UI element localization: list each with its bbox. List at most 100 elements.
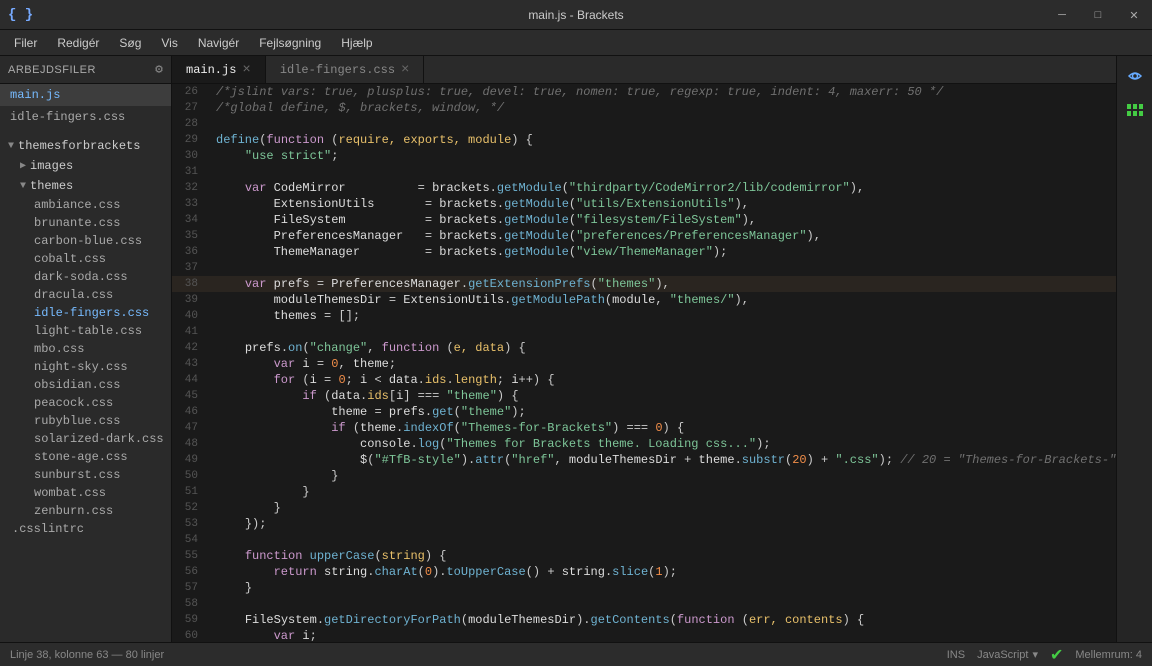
tree-cobalt[interactable]: cobalt.css xyxy=(12,250,171,268)
chevron-down-icon2: ▼ xyxy=(20,181,26,192)
editor-tabs: main.js × idle-fingers.css × xyxy=(172,56,1116,84)
code-line-36: 36 ThemeManager = brackets.getModule("vi… xyxy=(172,244,1116,260)
close-button[interactable]: ✕ xyxy=(1116,0,1152,30)
code-line-35: 35 PreferencesManager = brackets.getModu… xyxy=(172,228,1116,244)
tree-brunante[interactable]: brunante.css xyxy=(12,214,171,232)
images-folder[interactable]: ▶ images xyxy=(12,156,171,176)
menu-fejlsøgning[interactable]: Fejlsøgning xyxy=(251,34,329,52)
gear-icon[interactable]: ⚙ xyxy=(155,62,163,77)
sidebar-header: Arbejdsfiler ⚙ xyxy=(0,56,171,84)
tree-ambiance[interactable]: ambiance.css xyxy=(12,196,171,214)
maximize-button[interactable]: □ xyxy=(1080,0,1116,30)
code-line-33: 33 ExtensionUtils = brackets.getModule("… xyxy=(172,196,1116,212)
window-title: main.js - Brackets xyxy=(528,8,623,22)
git-icon[interactable] xyxy=(1121,96,1149,124)
themes-folder-label: themes xyxy=(30,179,73,193)
cursor-position: Linje 38, kolonne 63 — 80 linjer xyxy=(10,649,164,661)
code-line-26: 26 /*jslint vars: true, plusplus: true, … xyxy=(172,84,1116,100)
code-line-41: 41 xyxy=(172,324,1116,340)
code-line-47: 47 if (theme.indexOf("Themes-for-Bracket… xyxy=(172,420,1116,436)
main-area: Arbejdsfiler ⚙ main.js idle-fingers.css … xyxy=(0,56,1152,642)
tree-peacock[interactable]: peacock.css xyxy=(12,394,171,412)
tree-rubyblue[interactable]: rubyblue.css xyxy=(12,412,171,430)
themes-folder[interactable]: ▼ themes xyxy=(12,176,171,196)
code-line-27: 27 /*global define, $, brackets, window,… xyxy=(172,100,1116,116)
tree-idle-fingers[interactable]: idle-fingers.css xyxy=(12,304,171,322)
tab-idle-fingers-label: idle-fingers.css xyxy=(280,63,395,77)
ins-mode[interactable]: INS xyxy=(947,649,965,661)
code-line-31: 31 xyxy=(172,164,1116,180)
editor: main.js × idle-fingers.css × 26 /*jslint… xyxy=(172,56,1116,642)
menu-redigér[interactable]: Redigér xyxy=(49,34,107,52)
tree-light-table[interactable]: light-table.css xyxy=(12,322,171,340)
code-line-55: 55 function upperCase(string) { xyxy=(172,548,1116,564)
status-ok-icon[interactable]: ✔ xyxy=(1050,645,1063,665)
open-file-main-js[interactable]: main.js xyxy=(0,84,171,106)
code-line-51: 51 } xyxy=(172,484,1116,500)
code-line-44: 44 for (i = 0; i < data.ids.length; i++)… xyxy=(172,372,1116,388)
menu-hjælp[interactable]: Hjælp xyxy=(333,34,380,52)
menubar: Filer Redigér Søg Vis Navigér Fejlsøgnin… xyxy=(0,30,1152,56)
menu-vis[interactable]: Vis xyxy=(153,34,185,52)
tree-obsidian[interactable]: obsidian.css xyxy=(12,376,171,394)
menu-navigér[interactable]: Navigér xyxy=(190,34,247,52)
window-controls: ─ □ ✕ xyxy=(1044,0,1152,30)
tree-zenburn[interactable]: zenburn.css xyxy=(12,502,171,520)
code-line-49: 49 $("#TfB-style").attr("href", moduleTh… xyxy=(172,452,1116,468)
code-line-56: 56 return string.charAt(0).toUpperCase()… xyxy=(172,564,1116,580)
statusbar: Linje 38, kolonne 63 — 80 linjer INS Jav… xyxy=(0,642,1152,666)
minimize-button[interactable]: ─ xyxy=(1044,0,1080,30)
code-line-52: 52 } xyxy=(172,500,1116,516)
tab-main-js-label: main.js xyxy=(186,63,236,77)
chevron-down-icon: ▼ xyxy=(8,141,14,152)
code-line-28: 28 xyxy=(172,116,1116,132)
menu-søg[interactable]: Søg xyxy=(111,34,149,52)
code-line-38: 38 var prefs = PreferencesManager.getExt… xyxy=(172,276,1116,292)
tab-main-js[interactable]: main.js × xyxy=(172,56,266,83)
code-line-57: 57 } xyxy=(172,580,1116,596)
code-line-29: 29 define(function (require, exports, mo… xyxy=(172,132,1116,148)
code-area[interactable]: 26 /*jslint vars: true, plusplus: true, … xyxy=(172,84,1116,642)
tab-close-icon[interactable]: × xyxy=(242,62,250,78)
indent-selector[interactable]: Mellemrum: 4 xyxy=(1075,649,1142,661)
tree-carbon-blue[interactable]: carbon-blue.css xyxy=(12,232,171,250)
activity-bar xyxy=(1116,56,1152,642)
tree-sunburst[interactable]: sunburst.css xyxy=(12,466,171,484)
code-line-50: 50 } xyxy=(172,468,1116,484)
images-folder-label: images xyxy=(30,159,73,173)
code-line-40: 40 themes = []; xyxy=(172,308,1116,324)
tree-night-sky[interactable]: night-sky.css xyxy=(12,358,171,376)
tree-dracula[interactable]: dracula.css xyxy=(12,286,171,304)
tab-close-icon2[interactable]: × xyxy=(401,62,409,78)
code-line-48: 48 console.log("Themes for Brackets them… xyxy=(172,436,1116,452)
app-icon: { } xyxy=(8,7,33,23)
chevron-down-icon3: ▾ xyxy=(1032,648,1038,661)
tree-csslintrc[interactable]: .csslintrc xyxy=(0,520,171,538)
tab-idle-fingers[interactable]: idle-fingers.css × xyxy=(266,56,425,83)
code-line-34: 34 FileSystem = brackets.getModule("file… xyxy=(172,212,1116,228)
tree-solarized-dark[interactable]: solarized-dark.css xyxy=(12,430,171,448)
code-line-45: 45 if (data.ids[i] === "theme") { xyxy=(172,388,1116,404)
titlebar: { } main.js - Brackets ─ □ ✕ xyxy=(0,0,1152,30)
code-line-43: 43 var i = 0, theme; xyxy=(172,356,1116,372)
tree-mbo[interactable]: mbo.css xyxy=(12,340,171,358)
code-line-59: 59 FileSystem.getDirectoryForPath(module… xyxy=(172,612,1116,628)
open-file-idle-fingers[interactable]: idle-fingers.css xyxy=(0,106,171,128)
code-line-60: 60 var i; xyxy=(172,628,1116,642)
code-line-46: 46 theme = prefs.get("theme"); xyxy=(172,404,1116,420)
code-line-32: 32 var CodeMirror = brackets.getModule("… xyxy=(172,180,1116,196)
live-preview-icon[interactable] xyxy=(1121,62,1149,90)
sidebar: Arbejdsfiler ⚙ main.js idle-fingers.css … xyxy=(0,56,172,642)
tree-wombat[interactable]: wombat.css xyxy=(12,484,171,502)
code-line-58: 58 xyxy=(172,596,1116,612)
code-line-30: 30 "use strict"; xyxy=(172,148,1116,164)
menu-filer[interactable]: Filer xyxy=(6,34,45,52)
project-root[interactable]: ▼ themesforbrackets xyxy=(0,136,171,156)
code-line-54: 54 xyxy=(172,532,1116,548)
sidebar-title: Arbejdsfiler xyxy=(8,64,96,76)
language-selector[interactable]: JavaScript ▾ xyxy=(977,648,1038,661)
code-line-42: 42 prefs.on("change", function (e, data)… xyxy=(172,340,1116,356)
tree-dark-soda[interactable]: dark-soda.css xyxy=(12,268,171,286)
project-root-label: themesforbrackets xyxy=(18,139,140,153)
tree-stone-age[interactable]: stone-age.css xyxy=(12,448,171,466)
